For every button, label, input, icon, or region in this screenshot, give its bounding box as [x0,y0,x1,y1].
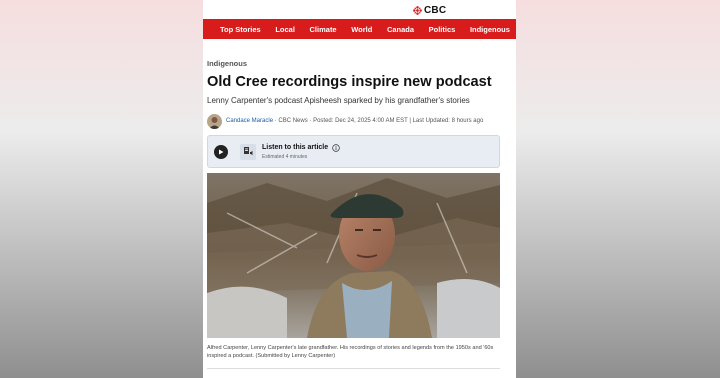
byline-outlet: CBC News [278,118,308,124]
section-kicker[interactable]: Indigenous [207,59,500,68]
divider [207,368,500,369]
info-icon[interactable] [332,143,340,152]
play-icon [219,149,224,154]
audio-player: Listen to this article Estimated 4 minut… [207,135,500,168]
lead-photo [207,173,500,338]
nav-item-climate[interactable]: Climate [310,25,337,34]
nav-item-top-stories[interactable]: Top Stories [220,25,261,34]
byline-dates: Posted: Dec 24, 2025 4:00 AM EST | Last … [313,118,484,124]
play-button[interactable] [214,144,228,159]
author-avatar[interactable] [207,113,222,129]
audio-text: Listen to this article Estimated 4 minut… [262,143,340,160]
audio-title: Listen to this article [262,144,329,151]
nav-item-world[interactable]: World [351,25,372,34]
nav-item-local[interactable]: Local [275,25,295,34]
cbc-gem-icon [413,5,422,15]
logo-text: CBC [424,4,447,16]
nav-item-indigenous[interactable]: Indigenous [470,25,510,34]
photo-caption: Alfred Carpenter, Lenny Carpenter's late… [207,345,494,359]
header: CBC [203,0,516,19]
nav-item-canada[interactable]: Canada [387,25,414,34]
main-nav: Top Stories Local Climate World Canada P… [203,19,516,39]
article-page: CBC Top Stories Local Climate World Cana… [203,0,516,378]
author-link[interactable]: Candace Maracle [226,118,273,124]
cbc-logo[interactable]: CBC [413,4,446,16]
audio-article-icon [240,143,256,160]
audio-estimate: Estimated 4 minutes [262,153,308,160]
avatar-image [207,113,222,129]
article-subhead: Lenny Carpenter's podcast Apisheesh spar… [207,96,470,105]
nav-item-politics[interactable]: Politics [429,25,456,34]
article-headline: Old Cree recordings inspire new podcast [207,74,492,90]
article-content: Indigenous Old Cree recordings inspire n… [203,59,516,369]
byline: Candace Maracle · CBC News · Posted: Dec… [207,113,500,129]
